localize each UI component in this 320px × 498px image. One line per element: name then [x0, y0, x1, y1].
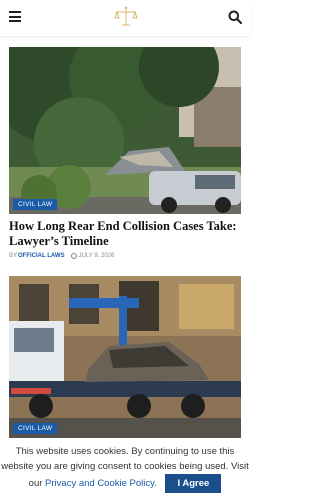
article-title[interactable]: How Long Rear End Collision Cases Take: …	[9, 219, 241, 249]
hamburger-menu-icon[interactable]	[9, 11, 21, 22]
article-card[interactable]: CIVIL LAW How Long Rear End Collision Ca…	[9, 47, 241, 259]
clock-icon	[70, 253, 77, 259]
cookie-consent-banner: This website uses cookies. By continuing…	[0, 440, 250, 498]
category-tag[interactable]: CIVIL LAW	[13, 423, 58, 434]
article-meta: BY OFFICIAL LAWS JULY 9, 2026	[9, 253, 241, 259]
author-link[interactable]: OFFICIAL LAWS	[18, 253, 65, 259]
article-image[interactable]: CIVIL LAW	[9, 47, 241, 214]
article-date: JULY 9, 2026	[78, 253, 115, 259]
site-logo[interactable]	[111, 5, 141, 31]
privacy-policy-link[interactable]: Privacy and Cookie Policy.	[45, 478, 157, 489]
article-card[interactable]: CIVIL LAW	[9, 276, 241, 438]
search-icon[interactable]	[228, 10, 243, 25]
category-tag[interactable]: CIVIL LAW	[13, 199, 58, 210]
by-label: BY	[9, 253, 18, 259]
article-image[interactable]: CIVIL LAW	[9, 276, 241, 438]
site-header	[0, 0, 250, 37]
agree-button[interactable]: I Agree	[165, 474, 222, 493]
